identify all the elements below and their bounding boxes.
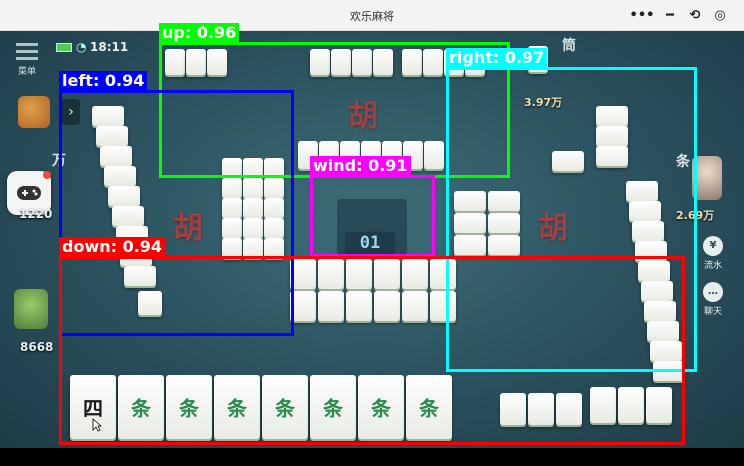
detection-label-left: left: 0.94 (59, 71, 148, 90)
mouse-cursor-icon (92, 418, 102, 432)
detection-label-down: down: 0.94 (59, 237, 166, 256)
chat-button[interactable]: … 聊天 (700, 282, 726, 322)
detection-label-up: up: 0.96 (159, 23, 240, 42)
flow-icon: ¥ (703, 236, 723, 256)
menu-label: 菜单 (17, 67, 36, 77)
restore-icon[interactable]: ⟲ (685, 6, 705, 24)
chat-icon: … (703, 282, 723, 302)
menu-icon (16, 43, 38, 61)
detection-label-right: right: 0.97 (446, 48, 548, 67)
gamepad-icon (17, 186, 41, 200)
minimize-icon[interactable]: ━ (660, 6, 680, 24)
more-options-icon[interactable]: ••• (630, 6, 655, 24)
detection-box-wind (310, 175, 435, 257)
gift-icon[interactable] (18, 96, 50, 128)
detection-label-wind: wind: 0.91 (310, 156, 411, 175)
detection-box-down (59, 256, 685, 445)
clock-time: 18:11 (90, 40, 129, 54)
bottom-player-score: 8668 (20, 340, 54, 354)
chat-label: 聊天 (703, 307, 722, 317)
bottom-player-avatar[interactable] (14, 289, 48, 329)
window-titlebar: 欢乐麻将 ••• ━ ⟲ ◎ (0, 0, 744, 31)
bottom-strip (0, 448, 744, 466)
battery-icon (56, 43, 72, 52)
flow-label: 流水 (703, 261, 722, 271)
close-icon[interactable]: ◎ (710, 6, 730, 24)
status-bar: ◔ 18:11 (56, 40, 128, 54)
notification-dot (43, 171, 51, 179)
left-player-score: 1220 (19, 207, 53, 221)
menu-button[interactable]: 菜单 (10, 43, 44, 83)
wifi-icon: ◔ (76, 40, 87, 54)
flow-button[interactable]: ¥ 流水 (700, 236, 726, 276)
top-seat-flag: 筒 (562, 38, 576, 54)
